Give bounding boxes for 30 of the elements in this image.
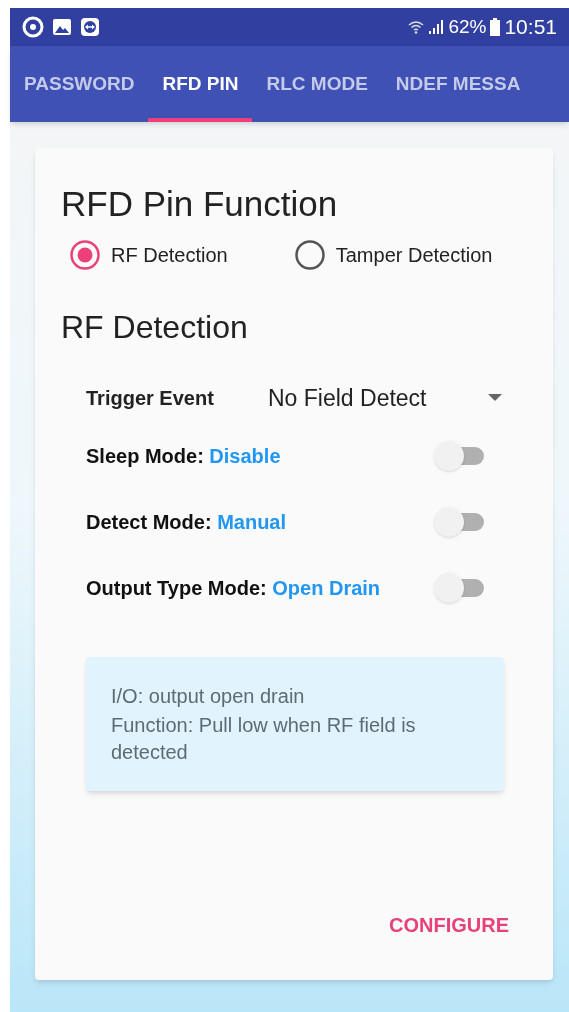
battery-icon <box>490 18 501 36</box>
setting-label: Sleep Mode: Disable <box>86 444 281 469</box>
app-notification-icon <box>22 16 44 38</box>
wifi-icon <box>408 19 425 35</box>
trigger-event-dropdown[interactable]: No Field Detect <box>268 380 502 415</box>
tab[interactable]: PASSWORD <box>10 46 149 122</box>
toggle-switch[interactable] <box>434 573 486 603</box>
toggle-switch[interactable] <box>434 507 486 537</box>
radio-option[interactable]: Tamper Detection <box>293 238 493 271</box>
radio-button[interactable] <box>69 238 101 271</box>
radio-option[interactable]: RF Detection <box>69 238 228 271</box>
image-icon <box>52 18 72 36</box>
info-text: I/O: output open drain <box>111 684 306 709</box>
battery-percent: 62% <box>448 14 487 39</box>
field-label: Trigger Event <box>86 385 215 411</box>
dropdown-caret-icon <box>488 393 502 402</box>
radio-button[interactable] <box>293 238 326 271</box>
info-text: Function: Pull low when RF field is detected <box>111 713 417 765</box>
remote-control-icon <box>80 17 100 37</box>
clock: 10:51 <box>504 14 557 41</box>
section-heading: RF Detection <box>61 307 249 347</box>
toggle-switch[interactable] <box>434 441 486 471</box>
tab[interactable]: RLC MODE <box>252 46 382 122</box>
signal-icon <box>428 20 445 34</box>
section-heading: RFD Pin Function <box>61 183 339 225</box>
tab[interactable]: NDEF MESSA <box>381 46 535 122</box>
setting-label: Detect Mode: Manual <box>86 510 287 535</box>
configure-button[interactable]: CONFIGURE <box>389 910 509 940</box>
setting-label: Output Type Mode: Open Drain <box>86 576 381 601</box>
tab[interactable]: RFD PIN <box>148 46 253 122</box>
